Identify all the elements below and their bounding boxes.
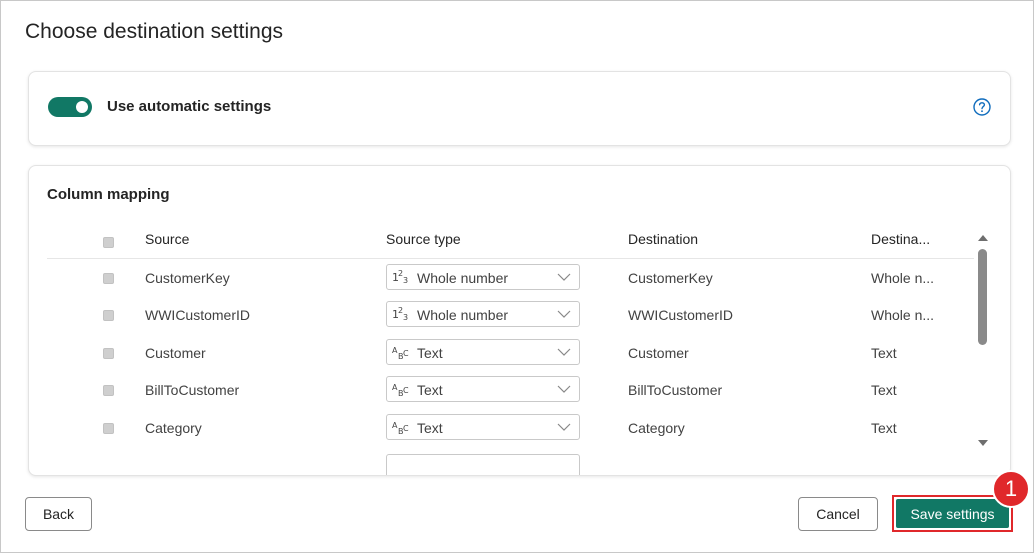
row-checkbox[interactable] xyxy=(103,273,114,284)
row-checkbox[interactable] xyxy=(103,348,114,359)
text-type-icon: ABC xyxy=(392,344,414,361)
scroll-up-arrow-icon[interactable] xyxy=(977,234,989,242)
table-row: Category A B C Text Category Text xyxy=(29,411,974,449)
toggle-knob xyxy=(76,101,88,113)
table-row: CustomerKey 1 2 3 Whole number CustomerKey Who… xyxy=(29,261,974,299)
table-row: WWICustomerID 1 2 3 Whole number WWICustomerI… xyxy=(29,298,974,336)
source-cell: BillToCustomer xyxy=(145,382,240,398)
chevron-down-icon xyxy=(557,423,571,431)
source-type-select-partial[interactable] xyxy=(386,454,580,475)
source-type-value: Whole number xyxy=(417,307,509,323)
destination-cell: CustomerKey xyxy=(628,270,713,286)
svg-text:C: C xyxy=(403,349,409,358)
chevron-down-icon xyxy=(557,310,571,318)
destination-type-cell: Whole n... xyxy=(871,270,935,286)
whole-number-type-icon: 123 xyxy=(392,306,414,322)
header-destination: Destination xyxy=(628,231,699,247)
source-type-select[interactable]: 1 2 3 Whole number xyxy=(386,264,580,290)
back-button[interactable]: Back xyxy=(25,497,92,531)
source-cell: Category xyxy=(145,420,202,436)
source-type-value: Whole number xyxy=(417,270,509,286)
source-cell: CustomerKey xyxy=(145,270,230,286)
source-cell: Customer xyxy=(145,345,206,361)
destination-cell: Category xyxy=(628,420,685,436)
cancel-button[interactable]: Cancel xyxy=(798,497,878,531)
chevron-down-icon xyxy=(557,273,571,281)
table-row: BillToCustomer A B C Text BillToCustomer Text xyxy=(29,373,974,411)
column-mapping-title: Column mapping xyxy=(47,186,170,203)
text-type-icon: ABC xyxy=(392,419,414,436)
select-all-checkbox[interactable] xyxy=(103,237,114,248)
destination-type-cell: Text xyxy=(871,382,897,398)
row-checkbox[interactable] xyxy=(103,423,114,434)
source-type-select[interactable]: A B C Text xyxy=(386,339,580,365)
destination-cell: Customer xyxy=(628,345,689,361)
auto-settings-label: Use automatic settings xyxy=(107,98,272,115)
source-type-select[interactable]: 1 2 3 Whole number xyxy=(386,301,580,327)
source-type-select[interactable]: A B C Text xyxy=(386,414,580,440)
step-badge: 1 xyxy=(992,470,1030,508)
source-cell: WWICustomerID xyxy=(145,307,250,323)
header-divider xyxy=(47,258,974,259)
column-mapping-card: Column mapping Source Source type Destin… xyxy=(28,165,1011,476)
source-type-value: Text xyxy=(417,382,443,398)
source-type-value: Text xyxy=(417,345,443,361)
source-type-select[interactable]: A B C Text xyxy=(386,376,580,402)
source-type-value: Text xyxy=(417,420,443,436)
dialog-title: Choose destination settings xyxy=(25,20,283,43)
destination-cell: WWICustomerID xyxy=(628,307,733,323)
auto-settings-toggle[interactable] xyxy=(48,97,92,117)
svg-text:C: C xyxy=(403,424,409,433)
whole-number-type-icon: 123 xyxy=(392,269,414,285)
auto-settings-card: Use automatic settings xyxy=(28,71,1011,146)
save-settings-button[interactable]: Save settings xyxy=(896,499,1009,528)
row-checkbox[interactable] xyxy=(103,310,114,321)
scroll-down-arrow-icon[interactable] xyxy=(977,439,989,447)
svg-text:3: 3 xyxy=(403,313,408,322)
svg-text:C: C xyxy=(403,386,409,395)
destination-type-cell: Text xyxy=(871,420,897,436)
svg-text:3: 3 xyxy=(403,276,408,285)
destination-type-cell: Whole n... xyxy=(871,307,935,323)
text-type-icon: ABC xyxy=(392,381,414,398)
header-source: Source xyxy=(145,231,190,247)
chevron-down-icon xyxy=(557,348,571,356)
table-row: Customer A B C Text Customer Text xyxy=(29,336,974,374)
dialog: Choose destination settings Use automati… xyxy=(0,0,1034,553)
destination-type-cell: Text xyxy=(871,345,897,361)
header-destination-type: Destina... xyxy=(871,231,931,247)
help-icon[interactable] xyxy=(972,97,992,117)
destination-cell: BillToCustomer xyxy=(628,382,723,398)
header-source-type: Source type xyxy=(386,231,461,247)
chevron-down-icon xyxy=(557,385,571,393)
row-checkbox[interactable] xyxy=(103,385,114,396)
scrollbar-thumb[interactable] xyxy=(978,249,987,345)
